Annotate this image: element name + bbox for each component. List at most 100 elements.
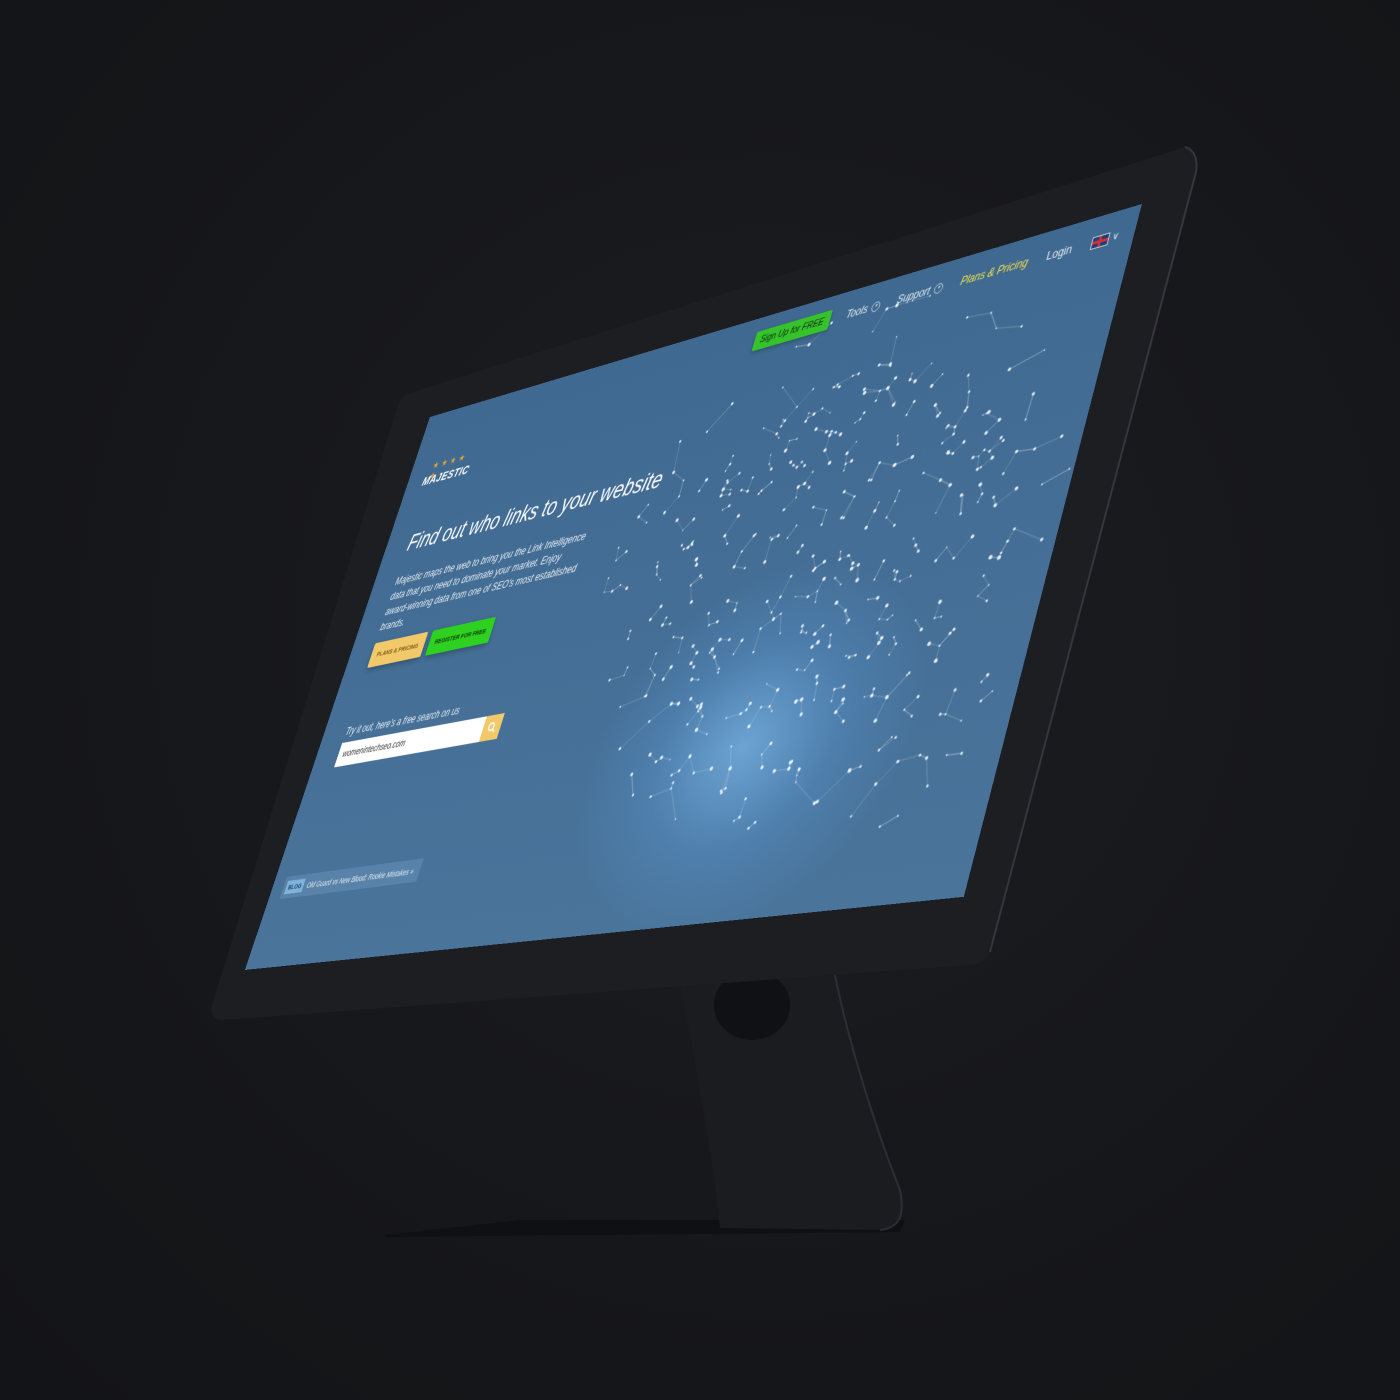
network-node	[760, 753, 763, 756]
network-link	[780, 576, 791, 597]
network-node	[744, 707, 749, 712]
network-node	[980, 492, 984, 496]
network-link	[876, 391, 880, 401]
network-link	[935, 602, 941, 618]
network-node	[811, 568, 816, 573]
network-node	[799, 697, 804, 702]
network-node	[941, 372, 944, 376]
network-link	[940, 633, 951, 645]
network-node	[770, 611, 773, 614]
network-link	[615, 547, 620, 560]
network-link	[694, 769, 712, 773]
network-node	[959, 751, 964, 756]
network-node	[842, 489, 847, 494]
network-link	[725, 746, 737, 770]
network-node	[872, 508, 877, 514]
network-node	[893, 499, 897, 503]
network-node	[940, 615, 943, 618]
network-node	[647, 503, 650, 506]
network-link	[639, 505, 649, 517]
network-node	[753, 820, 757, 825]
network-link	[889, 644, 896, 655]
network-node	[869, 693, 875, 698]
network-node	[979, 465, 983, 469]
network-link	[774, 769, 789, 771]
network-node	[999, 435, 1004, 440]
network-node	[827, 460, 832, 466]
network-node	[859, 417, 862, 421]
network-node	[759, 765, 765, 770]
network-link	[707, 404, 732, 432]
network-link	[764, 600, 776, 614]
network-node	[854, 577, 860, 583]
network-node	[800, 623, 805, 628]
network-node	[671, 781, 675, 785]
network-node	[965, 405, 969, 410]
network-link	[625, 773, 639, 796]
network-node	[830, 699, 833, 703]
network-node	[796, 550, 800, 555]
network-node	[910, 454, 915, 460]
network-link	[648, 667, 657, 676]
network-node	[916, 694, 921, 699]
network-node	[852, 494, 856, 499]
network-node	[779, 424, 783, 428]
network-node	[948, 631, 953, 636]
network-node	[624, 549, 629, 554]
network-node	[1001, 438, 1006, 443]
network-node	[844, 462, 848, 466]
network-node	[629, 772, 634, 777]
network-node	[849, 458, 854, 464]
network-link	[620, 722, 649, 749]
network-node	[846, 618, 851, 623]
network-link	[844, 497, 855, 518]
uk-flag-icon[interactable]	[1089, 231, 1111, 250]
network-node	[815, 639, 821, 645]
network-link	[1010, 522, 1046, 546]
network-node	[662, 510, 667, 515]
network-node	[976, 500, 979, 504]
network-link	[665, 496, 680, 512]
network-node	[929, 383, 934, 389]
network-link	[943, 545, 957, 560]
network-node	[985, 672, 990, 678]
network-node	[700, 576, 703, 579]
network-node	[1043, 348, 1046, 352]
network-link	[1016, 447, 1035, 453]
network-node	[835, 382, 840, 387]
network-link	[679, 480, 684, 496]
network-node	[863, 695, 866, 698]
network-node	[607, 577, 610, 580]
network-node	[810, 658, 814, 663]
network-node	[999, 551, 1003, 555]
network-node	[799, 712, 804, 717]
network-node	[694, 562, 699, 568]
network-node	[717, 667, 721, 671]
network-node	[884, 603, 890, 608]
network-node	[874, 399, 878, 403]
network-link	[685, 584, 696, 603]
network-link	[978, 585, 989, 596]
network-node	[783, 448, 788, 454]
network-link	[753, 629, 760, 652]
network-node	[793, 698, 799, 704]
network-node	[891, 614, 894, 617]
network-node	[674, 818, 677, 821]
network-node	[811, 553, 815, 558]
network-node	[775, 687, 780, 693]
network-node	[727, 503, 731, 508]
network-node	[885, 385, 891, 391]
network-node	[951, 432, 956, 436]
network-link	[691, 576, 701, 586]
network-node	[997, 417, 1002, 423]
network-node	[661, 677, 666, 682]
network-node	[757, 492, 761, 496]
network-node	[656, 561, 659, 564]
network-node	[723, 786, 728, 791]
network-node	[975, 467, 980, 472]
network-node	[814, 601, 817, 604]
network-node	[866, 654, 871, 660]
network-node	[996, 554, 1002, 561]
network-node	[736, 513, 741, 519]
network-link	[817, 771, 849, 802]
